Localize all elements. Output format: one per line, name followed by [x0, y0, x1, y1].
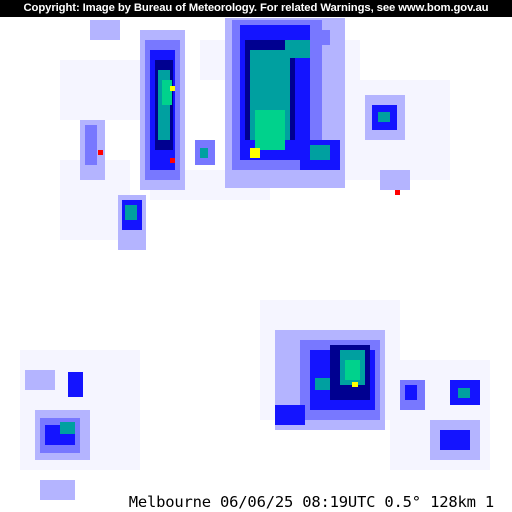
radar-info-label: Melbourne 06/06/25 08:19UTC 0.5° 128km 1 [128, 493, 494, 511]
copyright-banner: Copyright: Image by Bureau of Meteorolog… [0, 0, 512, 17]
rain-echoes [20, 18, 490, 500]
radar-map: Copyright: Image by Bureau of Meteorolog… [0, 0, 512, 512]
